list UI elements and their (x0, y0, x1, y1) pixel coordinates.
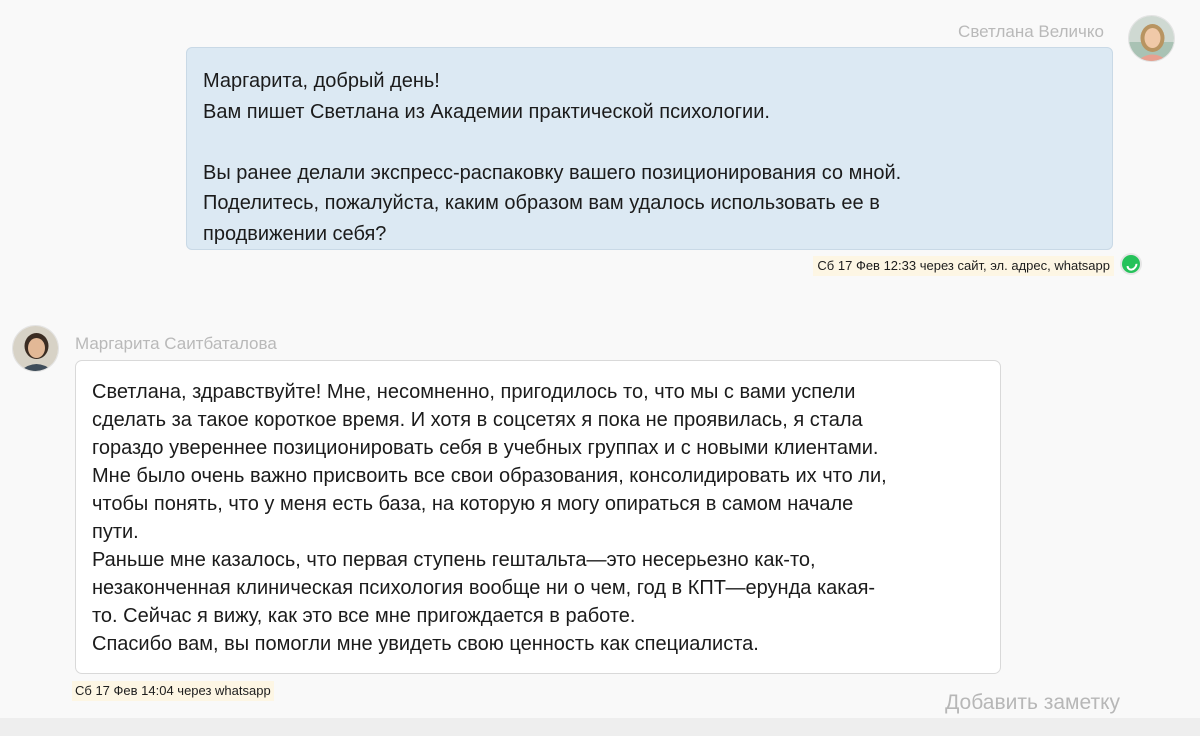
message-line: чтобы понять, что у меня есть база, на к… (92, 493, 854, 515)
incoming-message-bubble: Светлана, здравствуйте! Мне, несомненно,… (75, 360, 1001, 674)
composer-strip (0, 718, 1200, 736)
message-sender-name: Светлана Величко (958, 22, 1104, 41)
message-line: Раньше мне казалось, что первая ступень … (92, 549, 816, 571)
message-timestamp: Сб 17 Фев 12:33 через сайт, эл. адрес, w… (813, 256, 1114, 276)
outgoing-message-bubble: Маргарита, добрый день! Вам пишет Светла… (186, 47, 1113, 250)
message-line: Спасибо вам, вы помогли мне увидеть свою… (92, 633, 759, 655)
sender-avatar[interactable] (12, 325, 59, 372)
message-line: Вам пишет Светлана из Академии практичес… (203, 100, 770, 123)
add-note-button[interactable]: Добавить заметку (945, 691, 1120, 715)
message-line: гораздо увереннее позиционировать себя в… (92, 437, 879, 459)
message-line: продвижении себя? (203, 222, 387, 245)
message-line: Мне было очень важно присвоить все свои … (92, 465, 887, 487)
message-line-gap (203, 127, 1096, 158)
message-line: незаконченная клиническая психология воо… (92, 577, 876, 599)
message-sender-name: Маргарита Саитбаталова (75, 334, 277, 353)
message-line: Поделитесь, пожалуйста, каким образом ва… (203, 192, 880, 214)
whatsapp-icon (1120, 253, 1142, 275)
woman-avatar-photo-icon (13, 326, 58, 371)
message-line: сделать за такое короткое время. И хотя … (92, 409, 863, 431)
message-line: Маргарита, добрый день! (203, 70, 440, 92)
sender-avatar[interactable] (1128, 15, 1175, 62)
message-line: пути. (92, 521, 139, 543)
message-line: то. Сейчас я вижу, как это все мне приго… (92, 605, 636, 627)
message-line: Вы ранее делали экспресс-распаковку ваше… (203, 161, 902, 184)
chat-thread: Светлана Величко Маргарита, добрый день!… (0, 0, 1200, 736)
woman-avatar-photo-icon (1129, 16, 1174, 61)
message-line: Светлана, здравствуйте! Мне, несомненно,… (92, 381, 856, 403)
message-timestamp: Сб 17 Фев 14:04 через whatsapp (72, 681, 274, 701)
